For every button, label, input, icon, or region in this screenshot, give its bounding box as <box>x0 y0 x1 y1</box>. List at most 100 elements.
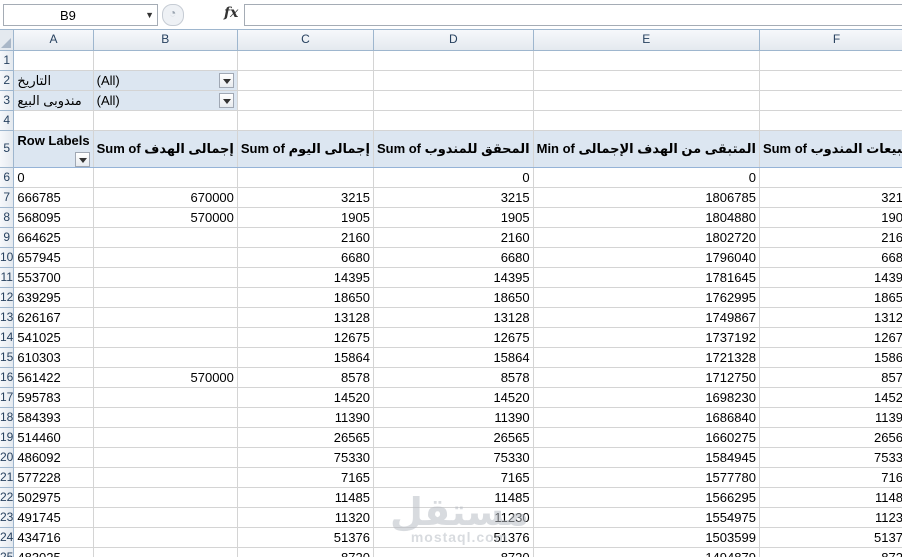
pivot-value-cell[interactable]: 26565 <box>237 427 374 448</box>
row-header[interactable]: 1 <box>0 50 15 71</box>
pivot-value-cell[interactable]: 6680 <box>373 247 534 268</box>
pivot-value-cell[interactable]: 26565 <box>373 427 534 448</box>
pivot-value-cell[interactable]: 1762995 <box>533 287 760 308</box>
pivot-row-label[interactable]: 568095 <box>13 207 94 228</box>
pivot-row-label[interactable]: 541025 <box>13 327 94 348</box>
pivot-value-cell[interactable] <box>93 267 238 288</box>
pivot-value-cell[interactable]: 1584945 <box>533 447 760 468</box>
column-header-a[interactable]: A <box>13 30 94 51</box>
pivot-value-cell[interactable]: 15864 <box>759 347 902 368</box>
row-header[interactable]: 13 <box>0 307 15 328</box>
row-header[interactable]: 11 <box>0 267 15 288</box>
pivot-value-cell[interactable]: 75330 <box>759 447 902 468</box>
pivot-value-cell[interactable]: 11390 <box>237 407 374 428</box>
pivot-value-cell[interactable]: 11485 <box>759 487 902 508</box>
pivot-value-cell[interactable]: 1566295 <box>533 487 760 508</box>
pivot-value-cell[interactable]: 1804880 <box>533 207 760 228</box>
pivot-value-cell[interactable]: 1686840 <box>533 407 760 428</box>
pivot-value-cell[interactable]: 13128 <box>759 307 902 328</box>
pivot-value-cell[interactable]: 1802720 <box>533 227 760 248</box>
pivot-value-cell[interactable]: 1737192 <box>533 327 760 348</box>
pivot-row-label[interactable]: 491745 <box>13 507 94 528</box>
pivot-value-cell[interactable]: 1796040 <box>533 247 760 268</box>
pivot-row-label[interactable]: 610303 <box>13 347 94 368</box>
pivot-value-cell[interactable]: 14395 <box>759 267 902 288</box>
pivot-value-cell[interactable]: 11390 <box>373 407 534 428</box>
pivot-filter-label[interactable]: التاريخ <box>13 70 94 91</box>
column-header-c[interactable]: C <box>237 30 374 51</box>
pivot-value-cell[interactable]: 1554975 <box>533 507 760 528</box>
pivot-value-cell[interactable]: 51376 <box>237 527 374 548</box>
pivot-filter-value[interactable]: (All) <box>93 90 238 111</box>
pivot-value-cell[interactable]: 7165 <box>237 467 374 488</box>
pivot-value-cell[interactable] <box>237 167 374 188</box>
pivot-row-label[interactable]: 577228 <box>13 467 94 488</box>
row-header[interactable]: 19 <box>0 427 15 448</box>
pivot-value-cell[interactable] <box>93 487 238 508</box>
pivot-value-cell[interactable]: 8578 <box>373 367 534 388</box>
pivot-value-cell[interactable]: 11485 <box>237 487 374 508</box>
row-header[interactable]: 2 <box>0 70 15 91</box>
row-header[interactable]: 7 <box>0 187 15 208</box>
pivot-value-cell[interactable] <box>759 167 902 188</box>
pivot-value-cell[interactable] <box>93 407 238 428</box>
row-header[interactable]: 18 <box>0 407 15 428</box>
pivot-value-cell[interactable]: 570000 <box>93 367 238 388</box>
pivot-value-cell[interactable]: 1781645 <box>533 267 760 288</box>
pivot-value-cell[interactable]: 13128 <box>373 307 534 328</box>
cell[interactable] <box>237 50 374 71</box>
cell[interactable] <box>373 90 534 111</box>
pivot-row-label[interactable]: 561422 <box>13 367 94 388</box>
pivot-value-cell[interactable]: 2160 <box>237 227 374 248</box>
pivot-row-label[interactable]: 657945 <box>13 247 94 268</box>
cell[interactable] <box>759 90 902 111</box>
pivot-value-cell[interactable] <box>93 447 238 468</box>
pivot-value-cell[interactable]: 75330 <box>237 447 374 468</box>
column-header-d[interactable]: D <box>373 30 534 51</box>
pivot-value-cell[interactable]: 12675 <box>373 327 534 348</box>
cell[interactable] <box>13 110 94 131</box>
pivot-row-label[interactable]: 486092 <box>13 447 94 468</box>
pivot-value-cell[interactable]: 8578 <box>759 367 902 388</box>
pivot-value-cell[interactable]: 1494879 <box>533 547 760 557</box>
pivot-value-cell[interactable] <box>93 247 238 268</box>
pivot-value-cell[interactable] <box>93 507 238 528</box>
cell[interactable] <box>237 90 374 111</box>
pivot-value-cell[interactable]: 1905 <box>373 207 534 228</box>
pivot-value-cell[interactable] <box>93 387 238 408</box>
row-header[interactable]: 4 <box>0 110 15 131</box>
pivot-value-cell[interactable]: 18650 <box>373 287 534 308</box>
pivot-value-cell[interactable]: 3215 <box>373 187 534 208</box>
pivot-value-cell[interactable]: 14520 <box>759 387 902 408</box>
pivot-row-label[interactable]: 434716 <box>13 527 94 548</box>
pivot-value-cell[interactable] <box>93 167 238 188</box>
pivot-value-cell[interactable] <box>93 467 238 488</box>
pivot-column-header[interactable]: Min of المتبقى من الهدف الإجمالى <box>533 129 760 168</box>
row-header[interactable]: 21 <box>0 467 15 488</box>
pivot-value-cell[interactable]: 1905 <box>237 207 374 228</box>
column-header-f[interactable]: F <box>759 30 902 51</box>
pivot-row-label[interactable]: 0 <box>13 167 94 188</box>
pivot-column-header[interactable]: Sum of إجمالى اليوم <box>237 129 374 168</box>
pivot-value-cell[interactable]: 18650 <box>237 287 374 308</box>
pivot-row-label[interactable]: 666785 <box>13 187 94 208</box>
filter-dropdown-icon[interactable] <box>218 72 234 88</box>
pivot-value-cell[interactable]: 1577780 <box>533 467 760 488</box>
row-header[interactable]: 5 <box>0 130 15 168</box>
row-header[interactable]: 14 <box>0 327 15 348</box>
pivot-value-cell[interactable]: 1712750 <box>533 367 760 388</box>
cell[interactable] <box>373 50 534 71</box>
pivot-row-label[interactable]: 502975 <box>13 487 94 508</box>
pivot-row-label[interactable]: 553700 <box>13 267 94 288</box>
row-header[interactable]: 23 <box>0 507 15 528</box>
pivot-value-cell[interactable]: 1749867 <box>533 307 760 328</box>
pivot-value-cell[interactable] <box>93 327 238 348</box>
cell[interactable] <box>13 50 94 71</box>
cell[interactable] <box>373 110 534 131</box>
row-header[interactable]: 6 <box>0 167 15 188</box>
pivot-value-cell[interactable]: 570000 <box>93 207 238 228</box>
pivot-value-cell[interactable]: 11230 <box>373 507 534 528</box>
cell[interactable] <box>533 50 760 71</box>
cell[interactable] <box>237 110 374 131</box>
row-header[interactable]: 10 <box>0 247 15 268</box>
